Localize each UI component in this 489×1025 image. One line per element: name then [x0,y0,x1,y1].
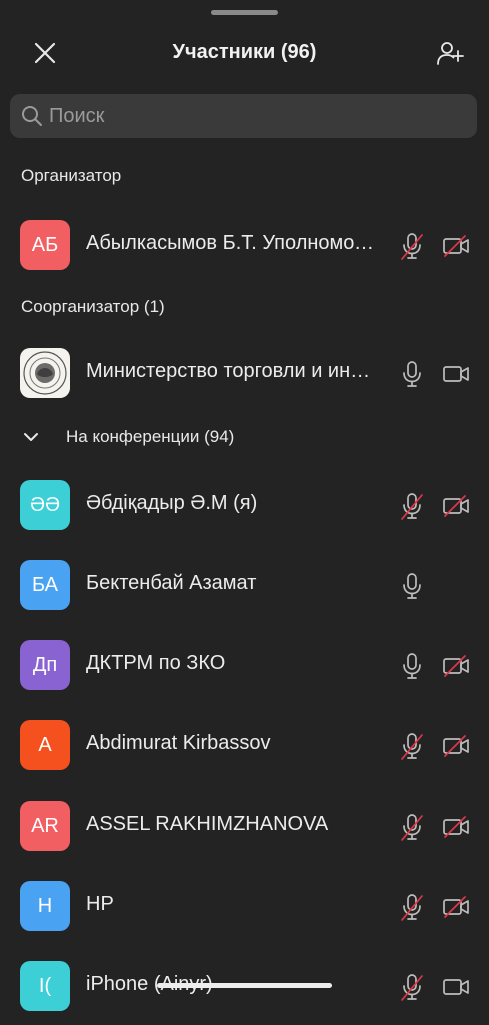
section-host: Организатор [21,166,122,185]
mic-muted-icon [398,492,426,520]
header: Участники (96) [0,28,489,78]
chevron-down-icon [22,431,44,443]
avatar: I( [20,961,70,1011]
section-cohost: Соорганизатор (1) [21,297,165,316]
participant-row[interactable]: ӘӘ Әбдіқадыр Ә.М (я) [0,464,489,544]
participant-name: ДКТРМ по ЗКО [86,652,226,674]
ministry-logo-icon [20,348,70,398]
participant-name: Министерство торговли и интеграции [86,360,378,382]
section-in-meeting[interactable]: На конференции (94) [22,427,234,447]
invite-button[interactable] [425,28,475,78]
camera-off-icon [442,893,470,921]
mic-muted-icon [398,893,426,921]
avatar: ӘӘ [20,480,70,530]
participant-row[interactable]: АБ Абылкасымов Б.Т. Уполномоченный [0,204,489,284]
mic-muted-icon [398,232,426,260]
camera-icon [442,973,470,1001]
avatar: AR [20,801,70,851]
participant-row[interactable]: H HP [0,865,489,945]
participant-name: ASSEL RAKHIMZHANOVA [86,813,329,835]
participant-row[interactable]: Министерство торговли и интеграции [0,332,489,412]
home-indicator [157,983,332,988]
search-input[interactable] [49,104,477,128]
avatar: БА [20,560,70,610]
page-title: Участники (96) [172,41,317,63]
camera-off-icon [442,232,470,260]
participant-row[interactable]: БА Бектенбай Азамат [0,544,489,624]
search-bar[interactable] [10,94,477,138]
participant-row[interactable]: AR ASSEL RAKHIMZHANOVA [0,785,489,865]
participant-name: HP [86,893,114,915]
participant-name: Абылкасымов Б.Т. Уполномоченный [86,232,378,254]
avatar: Дп [20,640,70,690]
camera-off-icon [442,492,470,520]
camera-off-icon [442,732,470,760]
mic-muted-icon [398,732,426,760]
participant-name: Бектенбай Азамат [86,572,257,594]
section-label: На конференции (94) [66,427,235,446]
mic-icon [398,572,426,600]
mic-muted-icon [398,973,426,1001]
add-user-icon [437,42,464,65]
participant-row[interactable]: A Abdimurat Kirbassov [0,704,489,784]
participant-name: Әбдіқадыр Ә.М (я) [86,492,258,514]
sheet-grabber[interactable] [211,10,278,15]
mic-icon [398,652,426,680]
avatar: H [20,881,70,931]
camera-off-icon [442,813,470,841]
mic-icon [398,360,426,388]
participant-row[interactable]: Дп ДКТРМ по ЗКО [0,624,489,704]
mic-muted-icon [398,813,426,841]
search-icon [22,106,42,126]
participant-name: Abdimurat Kirbassov [86,732,271,754]
avatar: A [20,720,70,770]
avatar: АБ [20,220,70,270]
camera-off-icon [442,652,470,680]
camera-icon [442,360,470,388]
